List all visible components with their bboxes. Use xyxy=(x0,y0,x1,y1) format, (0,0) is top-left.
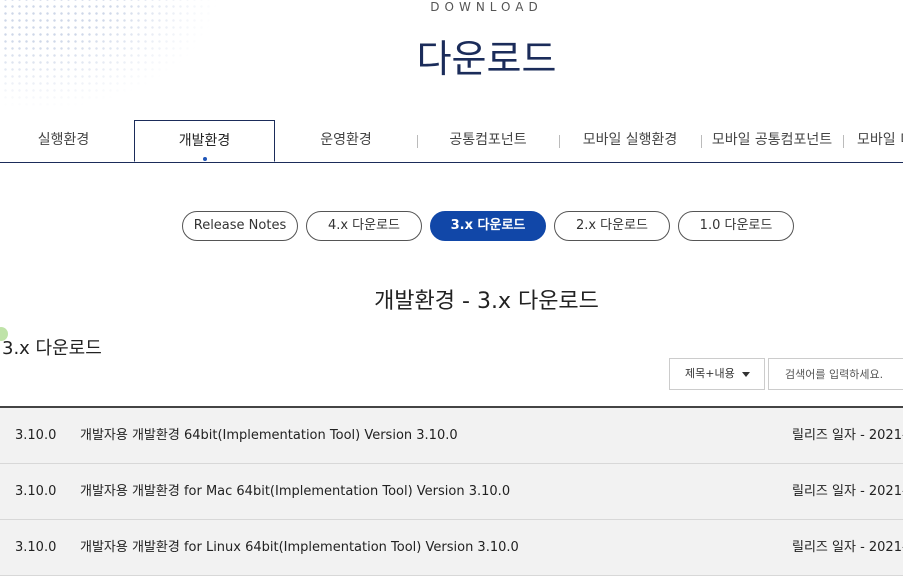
subsection-title: 3.x 다운로드 xyxy=(2,338,102,359)
search-scope-value: 제목+내용 xyxy=(685,367,735,380)
tab-mobile-common-components[interactable]: 모바일 공통컴포넌트 xyxy=(702,120,842,162)
search-input[interactable] xyxy=(768,358,903,390)
download-row[interactable]: 3.10.0 개발자용 개발환경 64bit(Implementation To… xyxy=(0,408,903,464)
row-version: 3.10.0 xyxy=(15,484,57,499)
tab-common-components[interactable]: 공통컴포넌트 xyxy=(418,120,558,162)
main-tab-bar: 실행환경 개발환경 운영환경 공통컴포넌트 모바일 실행환경 모바일 공통컴포넌… xyxy=(0,120,903,163)
tab-dev-env[interactable]: 개발환경 xyxy=(134,120,275,162)
row-title-link[interactable]: 개발자용 개발환경 for Linux 64bit(Implementation… xyxy=(80,520,519,575)
download-list: 3.10.0 개발자용 개발환경 64bit(Implementation To… xyxy=(0,406,903,576)
row-version: 3.10.0 xyxy=(15,540,57,555)
tab-mobile-runtime[interactable]: 모바일 실행환경 xyxy=(560,120,700,162)
pill-2x-download[interactable]: 2.x 다운로드 xyxy=(554,211,670,241)
download-page: DOWNLOAD 다운로드 실행환경 개발환경 운영환경 공통컴포넌트 모바일 … xyxy=(0,0,903,577)
tab-runtime-env[interactable]: 실행환경 xyxy=(0,120,127,162)
pill-release-notes[interactable]: Release Notes xyxy=(182,211,298,241)
tab-mobile-dev[interactable]: 모바일 디 xyxy=(844,120,903,162)
row-version: 3.10.0 xyxy=(15,428,57,443)
pill-3x-download[interactable]: 3.x 다운로드 xyxy=(430,211,546,241)
page-eyebrow: DOWNLOAD xyxy=(430,0,543,14)
tab-ops-env[interactable]: 운영환경 xyxy=(275,120,417,162)
row-title-link[interactable]: 개발자용 개발환경 for Mac 64bit(Implementation T… xyxy=(80,464,510,519)
row-release-date: 릴리즈 일자 - 2021-0 xyxy=(792,540,903,555)
row-release-date: 릴리즈 일자 - 2021-0 xyxy=(792,428,903,443)
search-scope-select[interactable]: 제목+내용 xyxy=(669,358,765,390)
active-tab-indicator xyxy=(202,157,207,161)
pill-1-0-download[interactable]: 1.0 다운로드 xyxy=(678,211,794,241)
pill-4x-download[interactable]: 4.x 다운로드 xyxy=(306,211,422,241)
download-row[interactable]: 3.10.0 개발자용 개발환경 for Linux 64bit(Impleme… xyxy=(0,520,903,576)
download-row[interactable]: 3.10.0 개발자용 개발환경 for Mac 64bit(Implement… xyxy=(0,464,903,520)
row-title-link[interactable]: 개발자용 개발환경 64bit(Implementation Tool) Ver… xyxy=(80,408,458,463)
page-title: 다운로드 xyxy=(416,37,557,81)
row-release-date: 릴리즈 일자 - 2021-0 xyxy=(792,484,903,499)
section-title: 개발환경 - 3.x 다운로드 xyxy=(374,289,599,314)
caret-down-icon xyxy=(742,372,750,377)
